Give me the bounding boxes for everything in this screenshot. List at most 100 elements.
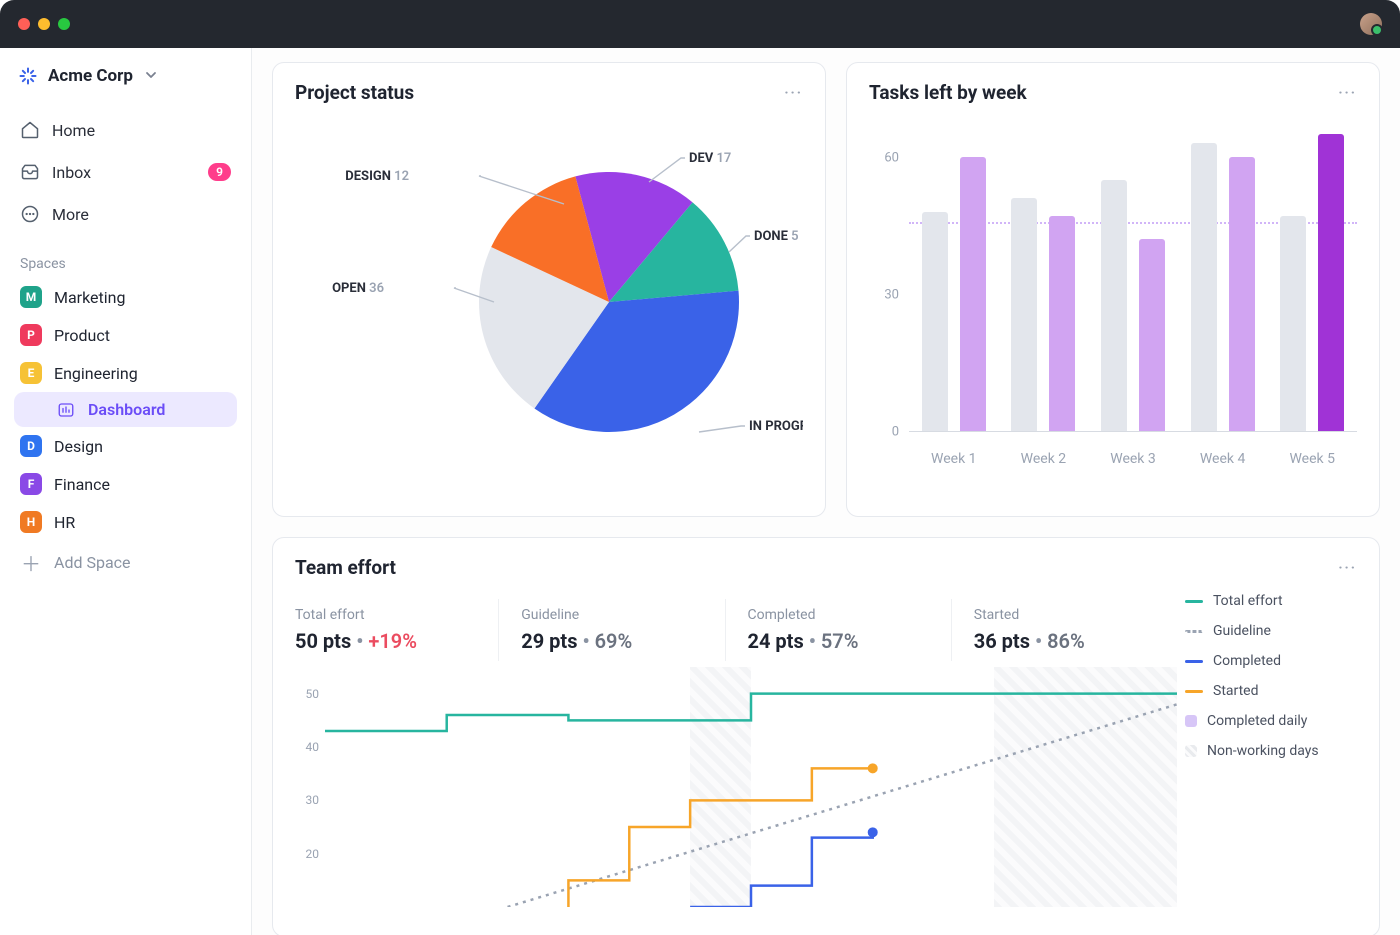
stat-value: 36 pts xyxy=(974,629,1030,653)
card-menu-project-status[interactable]: ··· xyxy=(784,85,803,101)
bar-group: Week 5 xyxy=(1280,134,1344,431)
sidebar-space-marketing[interactable]: M Marketing xyxy=(10,278,241,316)
nav-more-label: More xyxy=(52,205,89,224)
bar xyxy=(1229,157,1255,431)
stat-value: 24 pts xyxy=(748,629,804,653)
workspace-name: Acme Corp xyxy=(48,66,133,86)
spaces-list: MMarketingPProductEEngineeringDashboardD… xyxy=(10,278,241,541)
chart-line xyxy=(690,832,873,907)
line-chart: 20304050 xyxy=(295,667,1177,927)
bar xyxy=(1049,216,1075,431)
stat-pct: 57% xyxy=(821,629,859,653)
stat-value: 29 pts xyxy=(521,629,577,653)
add-space-button[interactable]: ＋ Add Space xyxy=(10,541,241,583)
bar xyxy=(1101,180,1127,431)
stat-started: Started 36 pts • 86% xyxy=(952,599,1177,661)
space-name: Finance xyxy=(54,475,110,494)
y-tick: 0 xyxy=(892,425,899,440)
team-stats-row: Total effort 50 pts • +19% Guideline 29 … xyxy=(295,599,1177,661)
sidebar-space-hr[interactable]: H HR xyxy=(10,503,241,541)
card-team-effort: Team effort ··· Total effort 50 pts • +1… xyxy=(272,537,1380,935)
minimize-window[interactable] xyxy=(38,18,50,30)
x-label: Week 1 xyxy=(922,451,986,467)
legend-item: Started xyxy=(1185,683,1357,699)
legend-label: Completed daily xyxy=(1207,713,1307,729)
chevron-down-icon xyxy=(145,66,157,86)
legend-item: Completed daily xyxy=(1185,713,1357,729)
sidebar-space-engineering[interactable]: EEngineering xyxy=(10,354,241,392)
pie-label: OPEN 36 xyxy=(332,281,384,296)
maximize-window[interactable] xyxy=(58,18,70,30)
y-tick: 40 xyxy=(306,740,320,754)
x-label: Week 5 xyxy=(1280,451,1344,467)
legend-item: Guideline xyxy=(1185,623,1357,639)
card-menu-tasks-left[interactable]: ··· xyxy=(1338,85,1357,101)
user-avatar[interactable] xyxy=(1360,13,1382,35)
space-badge-icon: D xyxy=(20,435,42,457)
space-name: Product xyxy=(54,326,110,345)
x-label: Week 3 xyxy=(1101,451,1165,467)
x-label: Week 4 xyxy=(1191,451,1255,467)
nav-more[interactable]: More xyxy=(10,194,241,234)
home-icon xyxy=(20,120,40,140)
pie-label: DEV 17 xyxy=(689,151,731,166)
space-name: Design xyxy=(54,437,103,456)
bar xyxy=(1318,134,1344,431)
nav-inbox[interactable]: Inbox 9 xyxy=(10,152,241,192)
space-badge-icon: E xyxy=(20,362,42,384)
space-badge-icon: H xyxy=(20,511,42,533)
line-endpoint xyxy=(868,763,878,773)
sidebar-sub-dashboard[interactable]: Dashboard xyxy=(14,392,237,427)
legend-swatch-icon xyxy=(1185,600,1203,603)
legend-label: Started xyxy=(1213,683,1259,699)
legend-item: Completed xyxy=(1185,653,1357,669)
stat-guideline: Guideline 29 pts • 69% xyxy=(499,599,725,661)
legend-swatch-icon xyxy=(1185,660,1203,663)
bar xyxy=(960,157,986,431)
legend-item: Total effort xyxy=(1185,593,1357,609)
window-controls xyxy=(18,18,70,30)
workspace-switcher[interactable]: Acme Corp xyxy=(10,60,241,92)
legend-label: Total effort xyxy=(1213,593,1283,609)
nav-home-label: Home xyxy=(52,121,95,140)
nav-home[interactable]: Home xyxy=(10,110,241,150)
stat-pct: 86% xyxy=(1047,629,1085,653)
space-badge-icon: M xyxy=(20,286,42,308)
chart-line xyxy=(508,704,1177,907)
legend-item: Non-working days xyxy=(1185,743,1357,759)
legend-swatch-icon xyxy=(1185,745,1197,757)
sidebar-space-product[interactable]: PProduct xyxy=(10,316,241,354)
y-tick: 50 xyxy=(306,687,320,701)
y-tick: 60 xyxy=(884,150,899,165)
card-tasks-left: Tasks left by week ··· 03060 Week 1Week … xyxy=(846,62,1380,517)
pie-label: IN PROGRESS 5 xyxy=(749,419,803,434)
bar-group: Week 2 xyxy=(1011,198,1075,431)
bar xyxy=(1139,239,1165,431)
bar xyxy=(922,212,948,431)
stat-delta: +19% xyxy=(368,629,417,653)
legend-swatch-icon xyxy=(1185,715,1197,727)
card-menu-team-effort[interactable]: ··· xyxy=(1338,560,1357,576)
bar xyxy=(1191,143,1217,431)
stat-label: Started xyxy=(974,607,1155,623)
dashboard-icon xyxy=(56,401,76,419)
pie-label: DESIGN 12 xyxy=(345,169,409,184)
x-label: Week 2 xyxy=(1011,451,1075,467)
card-title-tasks-left: Tasks left by week xyxy=(869,81,1027,104)
stat-label: Total effort xyxy=(295,607,476,623)
bar xyxy=(1280,216,1306,431)
pie-chart: DEV 17DONE 5IN PROGRESS 5OPEN 36DESIGN 1… xyxy=(295,112,803,492)
sidebar-space-design[interactable]: D Design xyxy=(10,427,241,465)
legend-swatch-icon xyxy=(1185,630,1203,633)
bar-group: Week 3 xyxy=(1101,180,1165,431)
stat-value: 50 pts xyxy=(295,629,351,653)
stat-total-effort: Total effort 50 pts • +19% xyxy=(295,599,499,661)
sidebar-space-finance[interactable]: FFinance xyxy=(10,465,241,503)
legend-label: Guideline xyxy=(1213,623,1271,639)
close-window[interactable] xyxy=(18,18,30,30)
space-name: HR xyxy=(54,513,75,532)
card-title-team-effort: Team effort xyxy=(295,556,396,579)
bar-chart: 03060 Week 1Week 2Week 3Week 4Week 5 xyxy=(869,112,1357,482)
space-name: Marketing xyxy=(54,288,125,307)
main: Project status ··· DEV 17DONE 5IN PROGRE… xyxy=(252,48,1400,935)
